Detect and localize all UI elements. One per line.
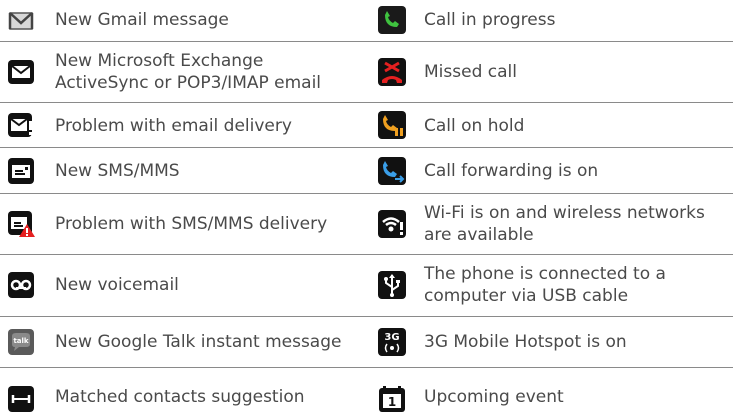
call-in-progress-icon xyxy=(378,6,406,34)
voicemail-icon xyxy=(7,271,35,299)
sms-problem-label: Problem with SMS/MMS delivery xyxy=(55,214,328,234)
gmail-icon xyxy=(7,7,35,35)
talk-badge-text: talk xyxy=(13,337,28,345)
hotspot-badge-text: 3G xyxy=(384,332,399,343)
right-cell: Call forwarding is on xyxy=(368,148,733,193)
voicemail-label: New voicemail xyxy=(55,275,179,295)
right-cell: The phone is connected to a computer via… xyxy=(368,255,733,316)
sms-problem-icon xyxy=(7,210,35,238)
usb-icon xyxy=(378,271,406,299)
wifi-label-line2: are available xyxy=(424,225,534,245)
calendar-label: Upcoming event xyxy=(424,387,564,407)
notification-icons-table: New Gmail message Call in progress New M… xyxy=(0,0,733,412)
email-icon xyxy=(7,58,35,86)
matched-contacts-icon xyxy=(7,385,35,413)
table-row: New SMS/MMS Call forwarding is on xyxy=(0,148,733,194)
missed-call-label: Missed call xyxy=(424,62,517,82)
calendar-icon: 1 xyxy=(378,385,406,413)
usb-label-line1: The phone is connected to a xyxy=(424,264,666,284)
sms-icon xyxy=(7,157,35,185)
left-cell: Matched contacts suggestion xyxy=(0,368,368,412)
wifi-label-line1: Wi-Fi is on and wireless networks xyxy=(424,203,705,223)
table-row: New Gmail message Call in progress xyxy=(0,0,733,42)
table-row: talk New Google Talk instant message 3G … xyxy=(0,317,733,368)
email-problem-icon xyxy=(7,111,35,139)
email-label-line1: New Microsoft Exchange xyxy=(55,51,264,71)
table-row: Problem with SMS/MMS delivery Wi-Fi is o… xyxy=(0,194,733,255)
table-row: New voicemail The phone is connected to … xyxy=(0,255,733,317)
gmail-label: New Gmail message xyxy=(55,10,229,30)
right-cell: Wi-Fi is on and wireless networks are av… xyxy=(368,194,733,254)
hotspot-3g-icon: 3G xyxy=(378,328,406,356)
missed-call-icon xyxy=(378,58,406,86)
right-cell: Call in progress xyxy=(368,0,733,41)
usb-label-line2: computer via USB cable xyxy=(424,286,629,306)
right-cell: 1 Upcoming event xyxy=(368,368,733,412)
call-on-hold-icon xyxy=(378,111,406,139)
left-cell: New Gmail message xyxy=(0,0,368,41)
left-cell: Problem with SMS/MMS delivery xyxy=(0,194,368,254)
table-row: New Microsoft Exchange ActiveSync or POP… xyxy=(0,42,733,103)
left-cell: talk New Google Talk instant message xyxy=(0,317,368,367)
right-cell: 3G 3G Mobile Hotspot is on xyxy=(368,317,733,367)
hotspot-label: 3G Mobile Hotspot is on xyxy=(424,332,627,352)
sms-label: New SMS/MMS xyxy=(55,161,180,181)
matched-contacts-label: Matched contacts suggestion xyxy=(55,387,305,407)
left-cell: New Microsoft Exchange ActiveSync or POP… xyxy=(0,42,368,102)
right-cell: Missed call xyxy=(368,42,733,102)
table-row: Problem with email delivery Call on hold xyxy=(0,103,733,148)
email-label-line2: ActiveSync or POP3/IMAP email xyxy=(55,73,322,93)
left-cell: Problem with email delivery xyxy=(0,103,368,147)
call-forwarding-label: Call forwarding is on xyxy=(424,161,599,181)
left-cell: New voicemail xyxy=(0,255,368,316)
table-row: Matched contacts suggestion 1 Upcoming e… xyxy=(0,368,733,412)
call-in-progress-label: Call in progress xyxy=(424,10,556,30)
google-talk-icon: talk xyxy=(7,328,35,356)
email-problem-label: Problem with email delivery xyxy=(55,116,292,136)
google-talk-label: New Google Talk instant message xyxy=(55,332,342,352)
calendar-badge-text: 1 xyxy=(388,395,396,409)
right-cell: Call on hold xyxy=(368,103,733,147)
call-on-hold-label: Call on hold xyxy=(424,116,525,136)
wifi-icon xyxy=(378,210,406,238)
call-forwarding-icon xyxy=(378,157,406,185)
left-cell: New SMS/MMS xyxy=(0,148,368,193)
